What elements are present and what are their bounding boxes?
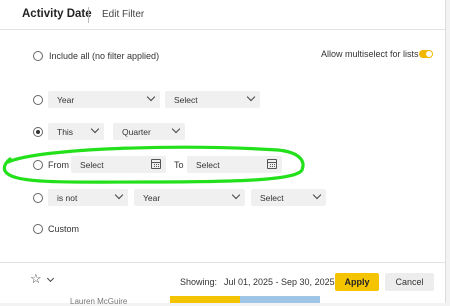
quarter-select[interactable]: Quarter — [113, 123, 185, 140]
highlight-annotation — [2, 145, 305, 184]
quarter-value: Quarter — [122, 127, 151, 137]
custom-label: Custom — [48, 224, 80, 234]
chevron-down-icon — [171, 124, 181, 134]
year-unit-value: Year — [57, 95, 75, 105]
star-icon[interactable]: ☆ — [30, 272, 42, 285]
year-value-text: Select — [174, 95, 198, 105]
is-not-value-text: Select — [260, 193, 284, 203]
chevron-down-icon — [231, 190, 241, 200]
radio-year[interactable] — [33, 95, 43, 105]
multiselect-label: Allow multiselect for lists — [321, 49, 419, 59]
cancel-button[interactable]: Cancel — [385, 273, 434, 291]
is-not-unit-value: Year — [143, 193, 161, 203]
is-not-value: is not — [57, 193, 78, 203]
is-not-select[interactable]: is not — [48, 189, 128, 206]
radio-include-all[interactable] — [33, 51, 43, 61]
chevron-down-icon — [114, 190, 124, 200]
year-unit-select[interactable]: Year — [48, 91, 160, 108]
this-value: This — [57, 127, 74, 137]
background-row-text: Lauren McGuire — [70, 297, 128, 306]
is-not-unit-select[interactable]: Year — [134, 189, 245, 206]
header-divider — [88, 7, 89, 23]
apply-button[interactable]: Apply — [335, 273, 379, 291]
radio-is-not[interactable] — [33, 193, 43, 203]
chevron-down-icon — [246, 92, 256, 102]
radio-custom[interactable] — [33, 224, 43, 234]
is-not-value-select[interactable]: Select — [251, 189, 326, 206]
edit-filter-tab[interactable]: Edit Filter — [102, 9, 144, 20]
include-all-label: Include all (no filter applied) — [49, 51, 160, 61]
panel-header: Activity Date Edit Filter — [0, 0, 446, 30]
chevron-down-icon — [312, 190, 322, 200]
filter-title: Activity Date — [22, 8, 92, 20]
showing-value: Jul 01, 2025 - Sep 30, 2025 — [224, 277, 335, 287]
chevron-down-icon — [90, 124, 100, 134]
background-bar-blue — [240, 296, 320, 303]
this-select[interactable]: This — [48, 123, 104, 140]
radio-this[interactable] — [33, 127, 43, 137]
year-value-select[interactable]: Select — [165, 91, 260, 108]
background-edge — [446, 0, 450, 303]
chevron-down-icon — [146, 92, 156, 102]
showing-label: Showing: — [180, 277, 218, 287]
multiselect-toggle[interactable] — [419, 50, 433, 58]
background-bar-yellow — [170, 296, 240, 303]
filter-panel: Activity Date Edit Filter Include all (n… — [0, 0, 446, 303]
